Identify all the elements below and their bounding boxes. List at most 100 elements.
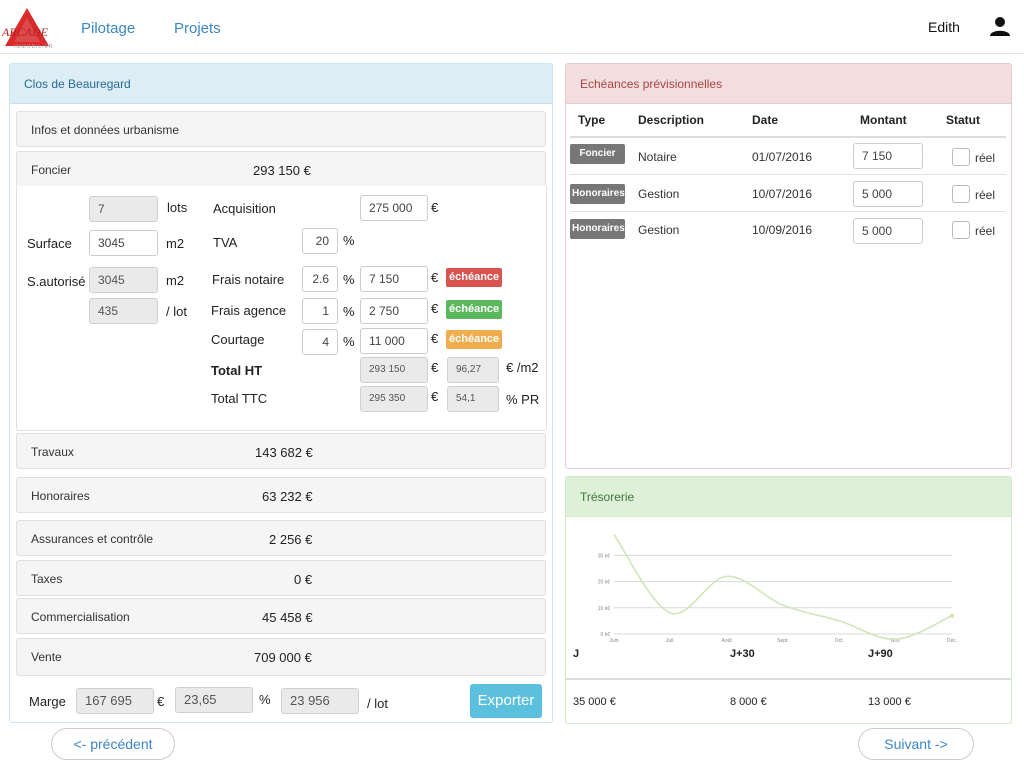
next-button[interactable]: Suivant -> <box>858 728 974 760</box>
col-montant: Montant <box>860 113 907 127</box>
section-amount: 293 150 € <box>253 163 311 178</box>
frais-notaire-pct-input[interactable]: 2.6 <box>302 266 338 292</box>
section-assurances[interactable]: Assurances et contrôle 2 256 € <box>16 520 546 556</box>
surface-label: Surface <box>27 236 72 251</box>
montant-input[interactable]: 5 000 <box>853 181 923 207</box>
col-date: Date <box>752 113 779 127</box>
statut-label: réel <box>975 188 996 202</box>
user-icon[interactable] <box>989 15 1011 37</box>
horizon-label: J+30 <box>730 648 755 660</box>
section-label: Assurances et contrôle <box>31 532 154 546</box>
percent-sign: % <box>259 692 271 707</box>
sautorise-unit: m2 <box>166 273 185 288</box>
logo-text: ARCADE <box>2 25 48 39</box>
frais-notaire-input[interactable]: 7 150 <box>360 266 428 292</box>
row-date: 10/09/2016 <box>752 223 813 237</box>
percent-sign: % <box>343 272 355 287</box>
horizon-label: J <box>573 648 580 660</box>
horizon-value: 13 000 € <box>868 696 911 708</box>
section-honoraires[interactable]: Honoraires 63 232 € <box>16 477 546 513</box>
frais-agence-pct-input[interactable]: 1 <box>302 298 338 324</box>
section-label: Taxes <box>31 572 63 586</box>
section-vente[interactable]: Vente 709 000 € <box>16 638 546 676</box>
chart-ytick-label: 10 k€ <box>598 606 610 612</box>
chart-ytick-label: 20 k€ <box>598 580 610 586</box>
user-name[interactable]: Edith <box>928 19 960 35</box>
chart-series-line <box>613 534 953 641</box>
echeances-panel: Echéances prévisionnelles <box>565 63 1012 469</box>
table-header-line <box>570 136 1006 138</box>
euro-sign: € <box>157 694 165 709</box>
section-infos[interactable]: Infos et données urbanisme <box>16 111 546 147</box>
acquisition-input[interactable]: 275 000 <box>360 195 428 221</box>
total-ttc-label: Total TTC <box>211 391 268 406</box>
marge-per-lot-field: 23 956 <box>281 688 359 714</box>
col-description: Description <box>638 113 705 127</box>
chart-xtick-label: Déc. <box>947 638 957 644</box>
echeance-notaire-button[interactable]: échéance <box>446 268 503 287</box>
nav-projets[interactable]: Projets <box>174 20 221 37</box>
section-amount: 2 256 € <box>269 532 313 547</box>
euro-sign: € <box>431 389 439 404</box>
percent-sign: % <box>343 304 355 319</box>
section-amount: 63 232 € <box>262 489 313 504</box>
per-m2-unit: € /m2 <box>506 360 539 375</box>
echeance-courtage-button[interactable]: échéance <box>446 330 503 349</box>
section-label: Foncier <box>31 163 72 177</box>
previous-button[interactable]: <- précédent <box>51 728 175 760</box>
chart-xtick-label: Juin <box>609 638 618 644</box>
statut-checkbox[interactable] <box>952 185 970 203</box>
frais-agence-label: Frais agence <box>211 303 287 318</box>
section-commercialisation[interactable]: Commercialisation 45 458 € <box>16 598 546 634</box>
tresorerie-title: Trésorerie <box>566 477 1011 517</box>
row-divider <box>570 211 1006 212</box>
section-foncier[interactable]: Foncier 293 150 € <box>16 151 546 187</box>
statut-checkbox[interactable] <box>952 221 970 239</box>
euro-sign: € <box>431 270 439 285</box>
echeance-agence-button[interactable]: échéance <box>446 300 503 319</box>
row-date: 01/07/2016 <box>752 150 813 164</box>
acquisition-label: Acquisition <box>213 201 276 216</box>
row-description: Notaire <box>638 150 677 164</box>
top-bar <box>0 0 1024 54</box>
tresorerie-chart: 0 k€10 k€20 k€30 k€Juin Juil. Août Sept. Oct… <box>598 534 957 644</box>
statut-checkbox[interactable] <box>952 148 970 166</box>
frais-agence-input[interactable]: 2 750 <box>360 298 428 324</box>
row-date: 10/07/2016 <box>752 187 813 201</box>
euro-sign: € <box>431 200 439 215</box>
section-label: Vente <box>31 650 62 664</box>
tresorerie-divider <box>566 678 1011 680</box>
type-badge: Foncier <box>570 144 625 164</box>
type-badge: Honoraires <box>570 184 625 204</box>
percent-sign: % <box>343 233 355 248</box>
section-label: Infos et données urbanisme <box>31 123 180 137</box>
col-statut: Statut <box>946 113 980 127</box>
nav-pilotage[interactable]: Pilotage <box>81 20 135 37</box>
surface-unit: m2 <box>166 236 185 251</box>
section-amount: 143 682 € <box>255 445 313 460</box>
horizon-value: 35 000 € <box>573 696 616 708</box>
frais-notaire-label: Frais notaire <box>212 272 285 287</box>
surface-input[interactable]: 3045 <box>89 230 158 256</box>
marge-per-lot-unit: / lot <box>367 696 388 711</box>
euro-sign: € <box>431 331 439 346</box>
section-amount: 709 000 € <box>254 650 312 665</box>
per-lot-field: 435 <box>89 298 158 324</box>
courtage-pct-input[interactable]: 4 <box>302 329 338 355</box>
percent-sign: % <box>343 334 355 349</box>
section-label: Travaux <box>31 445 74 459</box>
marge-field: 167 695 <box>76 688 154 714</box>
courtage-input[interactable]: 11 000 <box>360 328 428 354</box>
total-ttc-pct-field: 54,1 <box>447 386 499 412</box>
montant-input[interactable]: 5 000 <box>853 218 923 244</box>
montant-input[interactable]: 7 150 <box>853 143 923 169</box>
section-taxes[interactable]: Taxes 0 € <box>16 560 546 596</box>
section-travaux[interactable]: Travaux 143 682 € <box>16 433 546 469</box>
row-description: Gestion <box>638 187 680 201</box>
marge-pct-field: 23,65 <box>175 687 253 713</box>
horizon-label: J+90 <box>868 648 893 660</box>
tva-input[interactable]: 20 <box>302 228 338 254</box>
section-label: Honoraires <box>31 489 90 503</box>
row-divider <box>570 174 1006 175</box>
export-button[interactable]: Exporter <box>470 684 542 718</box>
